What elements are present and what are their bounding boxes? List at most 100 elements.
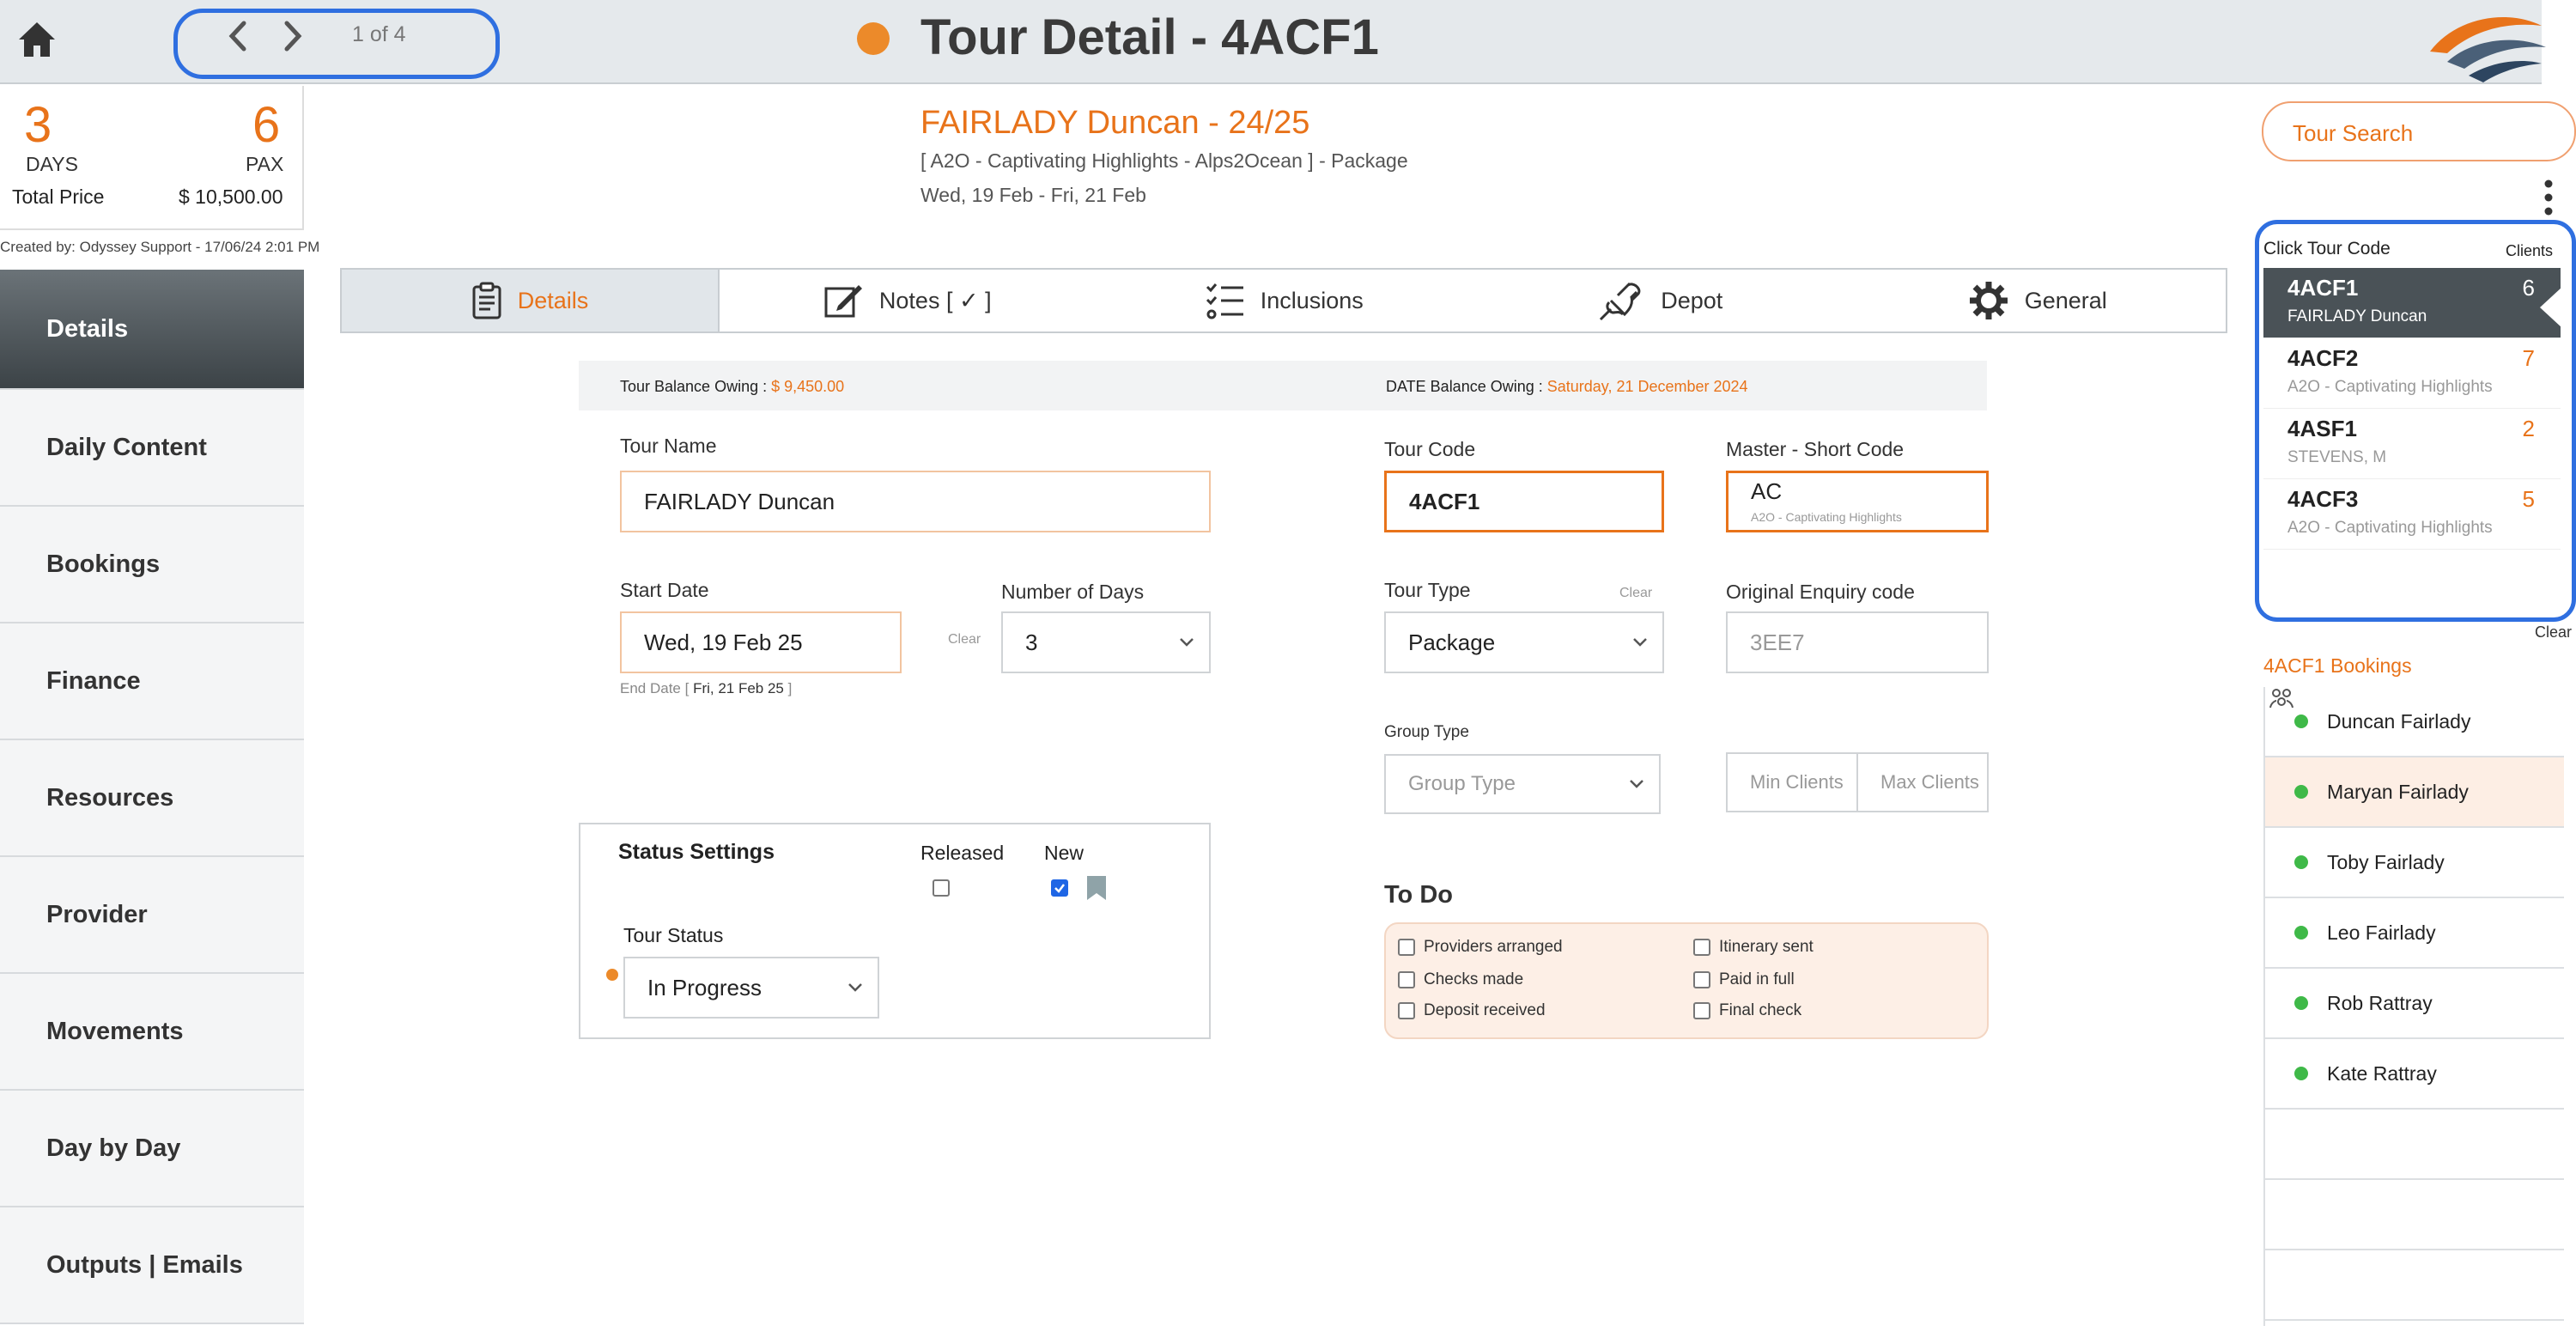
new-checkbox[interactable]	[1051, 879, 1068, 897]
click-tour-code-label: Click Tour Code	[2263, 239, 2391, 258]
tour-code-item[interactable]: 4ACF2 A2O - Captivating Highlights 7	[2263, 338, 2561, 409]
group-icon	[2269, 687, 2294, 711]
tour-name-input[interactable]: FAIRLADY Duncan	[620, 471, 1211, 532]
todo-label: Providers arranged	[1424, 938, 1563, 956]
page-title: Tour Detail - 4ACF1	[920, 9, 1379, 65]
status-settings-panel: Status Settings Released New Tour Status…	[579, 823, 1211, 1039]
todo-paid-in-full[interactable]: Paid in full	[1693, 970, 1795, 989]
booking-row[interactable]: Leo Fairlady	[2265, 898, 2564, 969]
booking-row[interactable]: Kate Rattray	[2265, 1039, 2564, 1110]
status-settings-title: Status Settings	[618, 840, 775, 864]
tour-type-clear[interactable]: Clear	[1619, 586, 1652, 601]
sidebar-item-details[interactable]: Details	[0, 270, 304, 390]
home-icon[interactable]	[15, 19, 58, 60]
original-enquiry-input[interactable]: 3EE7	[1726, 611, 1989, 673]
tab-inclusions[interactable]: Inclusions	[1097, 270, 1473, 331]
status-dot	[2294, 996, 2308, 1010]
todo-deposit-received[interactable]: Deposit received	[1398, 1001, 1546, 1020]
tour-status-dot	[606, 969, 618, 981]
sidebar-item-bookings[interactable]: Bookings	[0, 507, 304, 623]
tour-code-item[interactable]: 4ASF1 STEVENS, M 2	[2263, 409, 2561, 479]
tour-name-label: Tour Name	[620, 435, 717, 457]
chevron-right-icon[interactable]	[280, 19, 306, 53]
booking-name: Maryan Fairlady	[2327, 780, 2469, 803]
min-clients-input[interactable]: Min Clients	[1726, 752, 1858, 812]
sidebar-item-day-by-day[interactable]: Day by Day	[0, 1091, 304, 1207]
number-of-days-select[interactable]: 3	[1001, 611, 1211, 673]
tour-balance-label: Tour Balance Owing :	[620, 378, 772, 395]
start-date-clear[interactable]: Clear	[948, 632, 981, 648]
sidebar-item-finance[interactable]: Finance	[0, 623, 304, 740]
todo-checkbox[interactable]	[1398, 939, 1415, 956]
tab-bar: Details Notes [ ✓ ] Inclusions Depot Gen…	[340, 268, 2227, 333]
max-clients-input[interactable]: Max Clients	[1856, 752, 1989, 812]
todo-providers-arranged[interactable]: Providers arranged	[1398, 938, 1563, 957]
chevron-left-icon[interactable]	[225, 19, 251, 53]
todo-final-check[interactable]: Final check	[1693, 1001, 1801, 1020]
todo-label: Itinerary sent	[1719, 938, 1814, 956]
bookmark-icon[interactable]	[1085, 874, 1108, 902]
sidebar-item-provider[interactable]: Provider	[0, 857, 304, 974]
sidebar-item-movements[interactable]: Movements	[0, 974, 304, 1091]
caret-left-icon	[2540, 287, 2562, 328]
booking-row[interactable]: Toby Fairlady	[2265, 828, 2564, 898]
tab-depot[interactable]: Depot	[1473, 270, 1850, 331]
tour-code-sub: FAIRLADY Duncan	[2287, 307, 2427, 325]
tab-notes[interactable]: Notes [ ✓ ]	[720, 270, 1097, 331]
released-checkbox[interactable]	[933, 879, 950, 897]
bookings-title: 4ACF1 Bookings	[2263, 654, 2412, 677]
tour-code-sub: A2O - Captivating Highlights	[2287, 519, 2493, 537]
master-code-sub: A2O - Captivating Highlights	[1751, 510, 1902, 524]
group-type-select[interactable]: Group Type	[1384, 754, 1661, 814]
tour-type-value: Package	[1408, 629, 1496, 655]
plug-icon	[1599, 280, 1645, 321]
original-enquiry-label: Original Enquiry code	[1726, 581, 1915, 603]
todo-checkbox[interactable]	[1693, 971, 1710, 988]
todo-checkbox[interactable]	[1398, 971, 1415, 988]
booking-row[interactable]: Maryan Fairlady	[2265, 757, 2564, 828]
booking-row[interactable]: Rob Rattray	[2265, 969, 2564, 1039]
sidebar-item-daily-content[interactable]: Daily Content	[0, 390, 304, 507]
todo-label: Paid in full	[1719, 970, 1795, 988]
released-label: Released	[920, 842, 1005, 864]
tour-code: 4ACF1	[2287, 275, 2359, 301]
tab-general[interactable]: General	[1850, 270, 2227, 331]
booking-row[interactable]: Duncan Fairlady	[2265, 687, 2564, 757]
number-of-days-value: 3	[1025, 629, 1038, 655]
tour-search-button[interactable]: Tour Search	[2262, 101, 2576, 161]
status-dot	[2294, 715, 2308, 728]
status-dot	[2294, 1067, 2308, 1080]
sidebar-item-outputs-emails[interactable]: Outputs | Emails	[0, 1207, 304, 1324]
todo-itinerary-sent[interactable]: Itinerary sent	[1693, 938, 1814, 957]
sidebar-item-resources[interactable]: Resources	[0, 740, 304, 857]
todo-checkbox[interactable]	[1398, 1002, 1415, 1019]
total-price-label: Total Price	[12, 185, 105, 208]
gear-icon	[1968, 280, 2009, 321]
bookings-list: Duncan Fairlady Maryan Fairlady Toby Fai…	[2263, 687, 2564, 1326]
chevron-down-icon	[1178, 636, 1195, 648]
date-balance-label: DATE Balance Owing :	[1386, 378, 1547, 395]
tour-code-item[interactable]: 4ACF1 FAIRLADY Duncan 6	[2263, 268, 2561, 338]
todo-checkbox[interactable]	[1693, 939, 1710, 956]
new-label: New	[1044, 842, 1084, 864]
todo-panel: Providers arranged Checks made Deposit r…	[1384, 922, 1989, 1039]
tour-type-select[interactable]: Package	[1384, 611, 1664, 673]
tour-code-clear[interactable]: Clear	[2535, 623, 2572, 642]
more-options-icon[interactable]	[2543, 179, 2554, 216]
tour-code-sub: A2O - Captivating Highlights	[2287, 378, 2493, 396]
created-by-text: Created by: Odyssey Support - 17/06/24 2…	[0, 239, 320, 255]
tour-code-clients: 5	[2522, 486, 2535, 512]
tour-code-input[interactable]: 4ACF1	[1384, 471, 1664, 532]
master-short-code-input[interactable]: AC A2O - Captivating Highlights	[1726, 471, 1989, 532]
tab-details[interactable]: Details	[342, 270, 720, 331]
tour-status-select[interactable]: In Progress	[623, 957, 879, 1019]
start-date-input[interactable]: Wed, 19 Feb 25	[620, 611, 902, 673]
todo-checks-made[interactable]: Checks made	[1398, 970, 1523, 989]
todo-label: Checks made	[1424, 970, 1524, 988]
group-type-label: Group Type	[1384, 723, 1469, 741]
tour-code-item[interactable]: 4ACF3 A2O - Captivating Highlights 5	[2263, 479, 2561, 550]
tab-label: Notes [ ✓ ]	[878, 287, 992, 313]
tour-balance-value: $ 9,450.00	[771, 378, 845, 395]
todo-checkbox[interactable]	[1693, 1002, 1710, 1019]
tour-code-label: Tour Code	[1384, 438, 1476, 460]
